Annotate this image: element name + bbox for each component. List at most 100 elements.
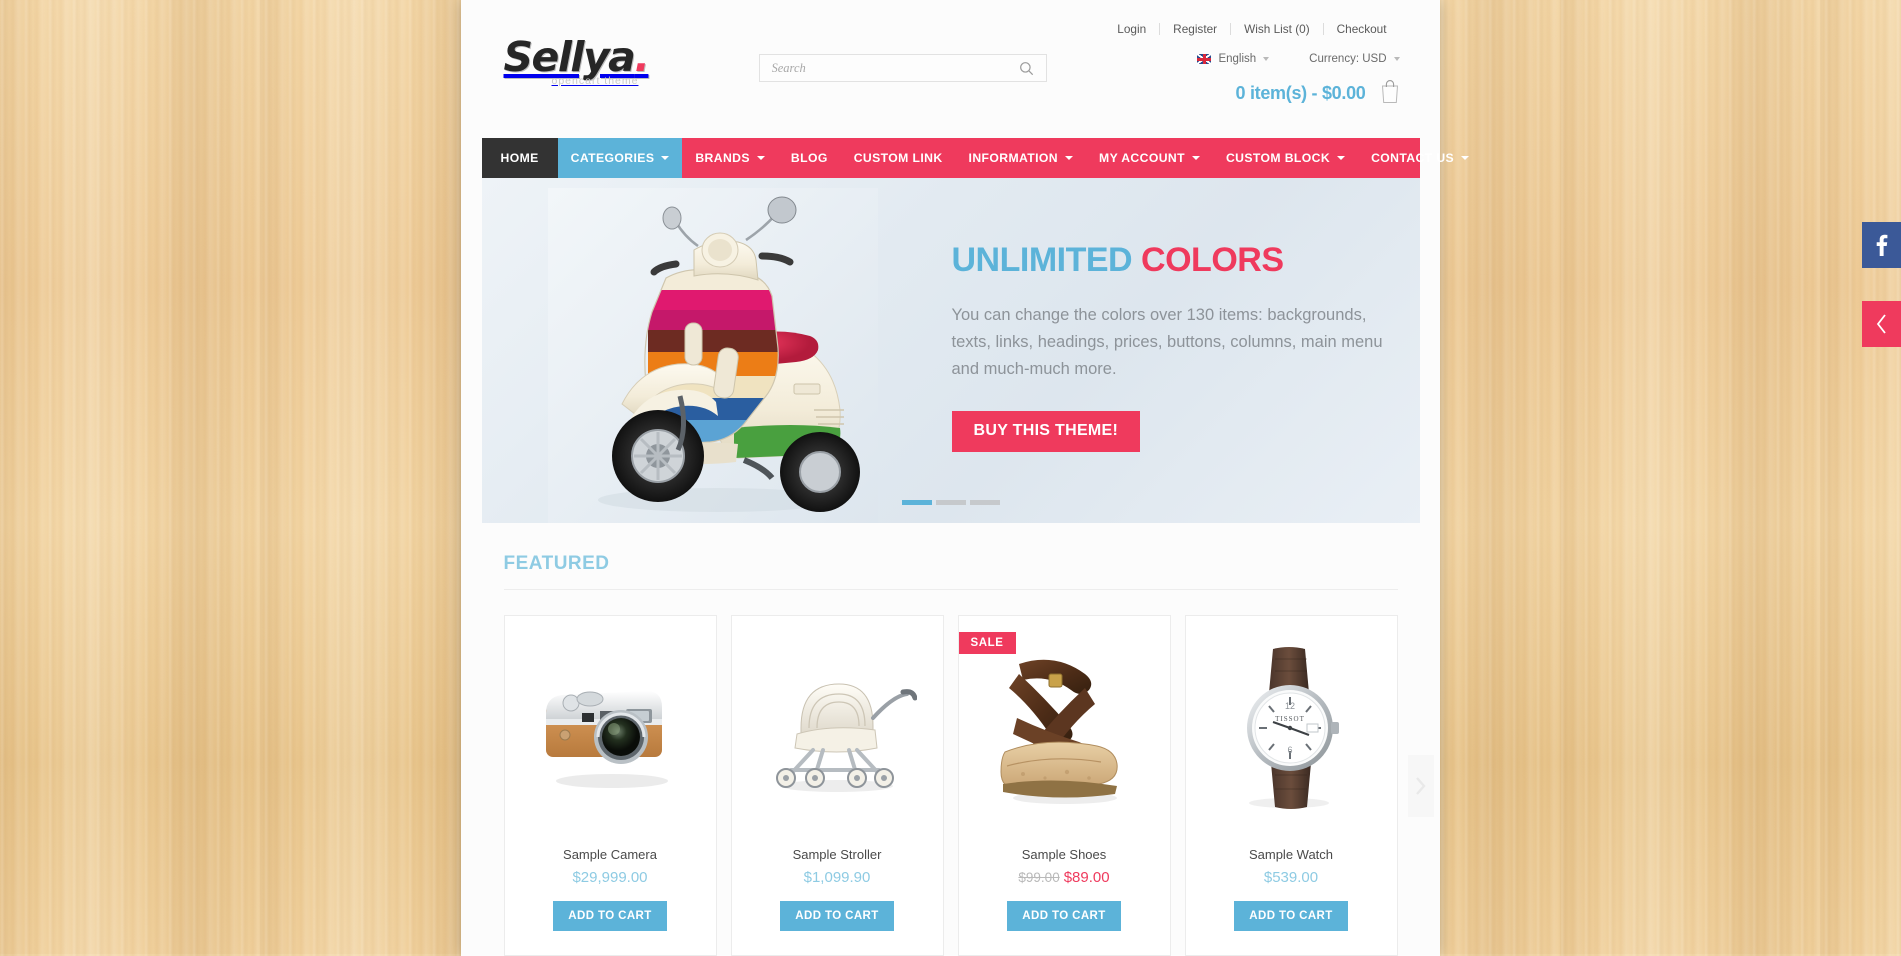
product-thumbnail[interactable] [515, 630, 706, 825]
product-thumbnail[interactable] [742, 630, 933, 825]
logo-dot: . [634, 33, 650, 81]
site-header: Sellya. opencart theme Login Register Wi… [482, 0, 1420, 133]
product-thumbnail[interactable] [969, 630, 1160, 825]
nav-label: CONTACT US [1371, 151, 1455, 165]
product-card-camera[interactable]: Sample Camera $29,999.00 ADD TO CART [503, 615, 717, 956]
hero-title: UNLIMITED COLORS [952, 240, 1402, 280]
carousel-next-button[interactable] [1407, 754, 1434, 817]
slider-dot-2[interactable] [935, 500, 966, 505]
logo-text: Sellya [503, 33, 636, 81]
buy-theme-button[interactable]: BUY THIS THEME! [951, 411, 1141, 452]
product-price: $29,999.00 [572, 869, 648, 886]
preferences-bar: English Currency: USD [1157, 53, 1400, 65]
featured-section: FEATURED Sample Camera $29,999.00 ADD TO… [482, 523, 1434, 956]
top-links: Login Register Wish List (0) Checkout [1104, 22, 1399, 36]
chevron-down-icon [1393, 57, 1400, 61]
camera-image [546, 690, 668, 788]
chevron-down-icon [756, 156, 765, 160]
nav-label: INFORMATION [968, 151, 1059, 165]
chevron-down-icon [1263, 57, 1270, 61]
nav-label: CUSTOM LINK [853, 151, 943, 165]
shopping-bag-icon [1380, 78, 1400, 109]
top-link-wishlist[interactable]: Wish List (0) [1231, 22, 1323, 36]
language-selector[interactable]: English [1197, 53, 1270, 65]
rainbow-scooter-image [547, 188, 878, 523]
nav-label: CUSTOM BLOCK [1225, 151, 1331, 165]
chevron-down-icon [1191, 156, 1200, 160]
slider-dot-1[interactable] [901, 500, 932, 505]
nav-label: BLOG [790, 151, 828, 165]
currency-selector[interactable]: Currency: USD [1309, 53, 1400, 65]
uk-flag-icon [1197, 54, 1212, 64]
nav-label: HOME [500, 151, 539, 165]
wedge-sandal-image [1000, 659, 1118, 804]
product-old-price: $99.00 [1018, 870, 1060, 885]
product-name: Sample Shoes [1021, 847, 1107, 862]
svg-text:12: 12 [1285, 701, 1295, 711]
main-navigation: HOME CATEGORIES BRANDS BLOG CUSTOM LINK … [481, 138, 1470, 178]
cart-total-label: 0 item(s) - $0.00 [1235, 83, 1366, 103]
nav-label: CATEGORIES [570, 151, 655, 165]
nav-item-information[interactable]: INFORMATION [956, 138, 1086, 178]
cart-button[interactable]: 0 item(s) - $0.00 [1236, 78, 1400, 109]
product-name: Sample Stroller [792, 847, 882, 862]
nav-item-categories[interactable]: CATEGORIES [557, 138, 683, 178]
facebook-button[interactable] [1862, 222, 1901, 268]
top-link-register[interactable]: Register [1160, 22, 1230, 36]
hero-slider[interactable]: UNLIMITED COLORS You can change the colo… [481, 178, 1420, 523]
nav-label: MY ACCOUNT [1099, 151, 1185, 165]
product-name: Sample Watch [1248, 847, 1334, 862]
product-card-stroller[interactable]: Sample Stroller $1,099.90 ADD TO CART [730, 615, 944, 956]
featured-product-list: Sample Camera $29,999.00 ADD TO CART Sam… [503, 615, 1434, 956]
top-link-login[interactable]: Login [1104, 22, 1159, 36]
product-price: $539.00 [1263, 869, 1319, 886]
logo-wordmark: Sellya. [504, 36, 704, 78]
add-to-cart-button[interactable]: ADD TO CART [780, 901, 894, 931]
nav-item-blog[interactable]: BLOG [778, 138, 841, 178]
wristwatch-image: 12 6 TISSOT [1247, 646, 1339, 809]
search-box[interactable] [758, 54, 1047, 82]
storefront-page: Sellya. opencart theme Login Register Wi… [461, 0, 1470, 956]
language-label: English [1218, 53, 1257, 65]
nav-item-home[interactable]: HOME [481, 138, 558, 178]
logo-subtitle: opencart theme [551, 75, 639, 87]
page-container: Sellya. opencart theme Login Register Wi… [481, 0, 1470, 956]
product-new-price: $89.00 [1063, 869, 1110, 886]
svg-text:6: 6 [1287, 745, 1292, 755]
top-link-checkout[interactable]: Checkout [1324, 22, 1400, 36]
status-badge: SALE [958, 632, 1016, 654]
nav-item-contact-us[interactable]: CONTACT US [1358, 138, 1482, 178]
slider-dot-3[interactable] [969, 500, 1000, 505]
collapse-button[interactable] [1862, 301, 1901, 347]
nav-item-brands[interactable]: BRANDS [682, 138, 778, 178]
hero-title-part2: COLORS [1141, 241, 1284, 279]
featured-heading: FEATURED [503, 553, 1398, 590]
product-price: $1,099.90 [803, 869, 871, 886]
facebook-icon [1876, 234, 1887, 256]
slider-pagination [901, 500, 1000, 505]
nav-item-custom-block[interactable]: CUSTOM BLOCK [1213, 138, 1358, 178]
nav-item-my-account[interactable]: MY ACCOUNT [1086, 138, 1213, 178]
hero-title-part1: UNLIMITED [951, 241, 1142, 279]
social-rail [1862, 222, 1901, 380]
svg-text:TISSOT: TISSOT [1275, 715, 1305, 723]
chevron-down-icon [1461, 156, 1470, 160]
add-to-cart-button[interactable]: ADD TO CART [1234, 901, 1348, 931]
site-logo[interactable]: Sellya. opencart theme [504, 36, 704, 87]
hero-description: You can change the colors over 130 items… [951, 306, 1383, 378]
add-to-cart-button[interactable]: ADD TO CART [1007, 901, 1121, 931]
search-input[interactable] [759, 55, 1006, 81]
product-card-watch[interactable]: 12 6 TISSOT Sample Watch $539.00 ADD TO … [1184, 615, 1398, 956]
chevron-down-icon [1065, 156, 1074, 160]
add-to-cart-button[interactable]: ADD TO CART [553, 901, 667, 931]
currency-label: Currency: USD [1309, 53, 1387, 65]
product-card-shoes[interactable]: SALE Sample Shoes $99.00 $89.00 ADD TO C… [957, 615, 1171, 956]
product-thumbnail[interactable]: 12 6 TISSOT [1196, 630, 1387, 825]
chevron-right-icon [1416, 776, 1426, 795]
nav-item-custom-link[interactable]: CUSTOM LINK [841, 138, 956, 178]
search-icon [1020, 61, 1034, 75]
search-button[interactable] [1008, 55, 1046, 81]
nav-label: BRANDS [695, 151, 750, 165]
chevron-down-icon [661, 156, 670, 160]
product-price-sale: $99.00 $89.00 [969, 869, 1160, 886]
